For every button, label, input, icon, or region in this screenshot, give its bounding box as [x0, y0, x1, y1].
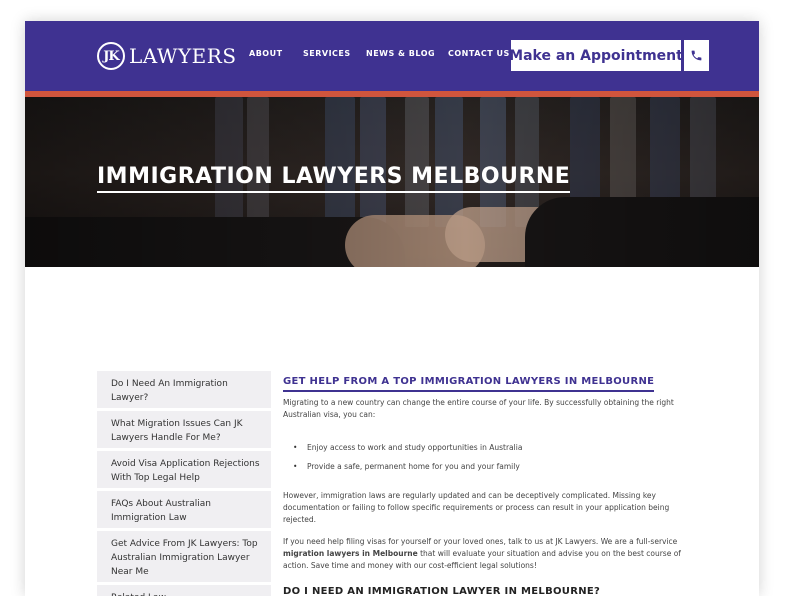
sidebar-item-need-lawyer[interactable]: Do I Need An Immigration Lawyer?: [97, 371, 271, 409]
hero-banner: IMMIGRATION LAWYERS MELBOURNE: [25, 97, 759, 267]
list-item: Provide a safe, permanent home for you a…: [293, 462, 520, 471]
page-title: IMMIGRATION LAWYERS MELBOURNE: [97, 164, 571, 193]
sidebar-item-get-advice[interactable]: Get Advice From JK Lawyers: Top Australi…: [97, 531, 271, 583]
section-heading-2: DO I NEED AN IMMIGRATION LAWYER IN MELBO…: [283, 586, 601, 596]
logo[interactable]: JK LAWYERS: [97, 40, 237, 72]
paragraph: However, immigration laws are regularly …: [283, 491, 670, 524]
logo-mark: JK: [97, 42, 125, 70]
list-item: Enjoy access to work and study opportuni…: [293, 443, 522, 452]
phone-button[interactable]: [684, 40, 709, 71]
page-frame: JK LAWYERS ABOUT SERVICES NEWS & BLOG CO…: [25, 21, 759, 596]
nav-news-blog[interactable]: NEWS & BLOG: [366, 49, 435, 58]
make-appointment-button[interactable]: Make an Appointment: [509, 40, 683, 71]
sidebar-item-migration-issues[interactable]: What Migration Issues Can JK Lawyers Han…: [97, 411, 271, 449]
sidebar-nav: Do I Need An Immigration Lawyer? What Mi…: [97, 371, 271, 596]
nav-about[interactable]: ABOUT: [249, 49, 283, 58]
logo-text: LAWYERS: [129, 44, 237, 68]
link-migration-lawyers[interactable]: migration lawyers in Melbourne: [283, 549, 418, 558]
sidebar-item-avoid-rejections[interactable]: Avoid Visa Application Rejections With T…: [97, 451, 271, 489]
nav-services[interactable]: SERVICES: [303, 49, 351, 58]
main-content: GET HELP FROM A TOP IMMIGRATION LAWYERS …: [283, 369, 693, 596]
intro-paragraph: Migrating to a new country can change th…: [283, 398, 674, 419]
phone-icon: [691, 50, 702, 61]
paragraph-text: If you need help filing visas for yourse…: [283, 537, 678, 546]
nav-contact-us[interactable]: CONTACT US: [448, 49, 510, 58]
section-heading: GET HELP FROM A TOP IMMIGRATION LAWYERS …: [283, 376, 655, 392]
sidebar-item-faqs[interactable]: FAQs About Australian Immigration Law: [97, 491, 271, 529]
sidebar-item-related-law[interactable]: Related Law: [97, 585, 271, 596]
paragraph: If you need help filing visas for yourse…: [283, 536, 693, 572]
site-header: JK LAWYERS ABOUT SERVICES NEWS & BLOG CO…: [25, 21, 759, 91]
